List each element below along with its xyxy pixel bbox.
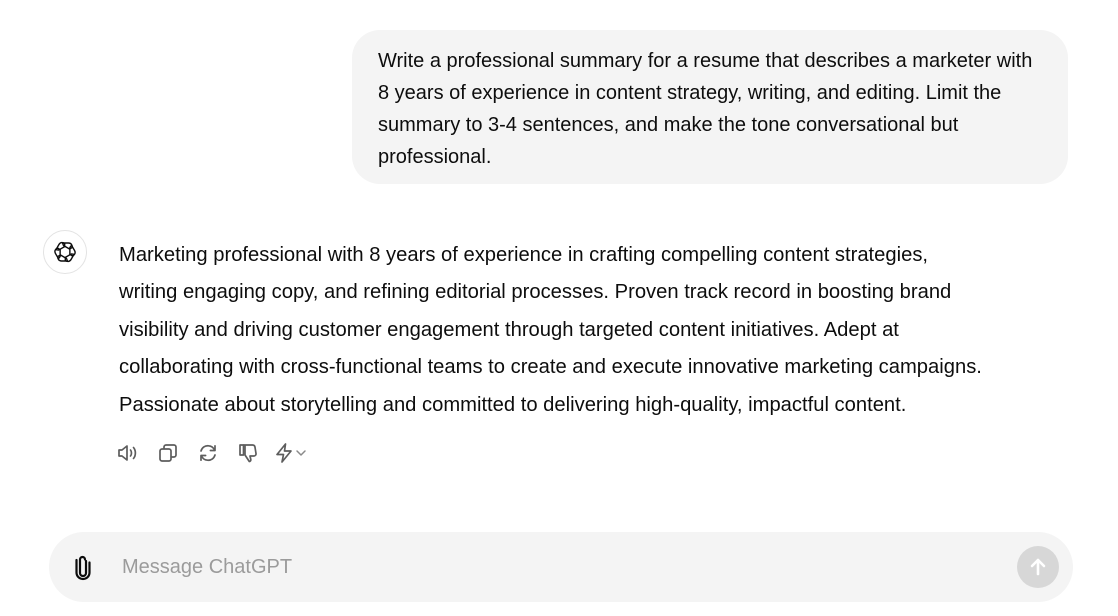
copy-button[interactable] [154, 440, 182, 466]
paperclip-icon [75, 555, 91, 581]
user-message-bubble: Write a professional summary for a resum… [352, 30, 1068, 184]
message-composer [49, 532, 1073, 602]
message-input[interactable] [122, 550, 1002, 584]
assistant-avatar [43, 230, 87, 274]
model-switch-button[interactable] [274, 442, 308, 464]
openai-logo-icon [54, 241, 76, 263]
regenerate-icon [200, 444, 216, 462]
thumbs-down-button[interactable] [234, 440, 262, 466]
user-message-text: Write a professional summary for a resum… [378, 50, 1033, 168]
chevron-down-icon [296, 450, 306, 456]
thumbs-down-icon [239, 444, 257, 463]
read-aloud-button[interactable] [114, 440, 142, 466]
chat-page: Write a professional summary for a resum… [0, 0, 1118, 616]
message-action-bar [114, 440, 308, 466]
send-button[interactable] [1017, 546, 1059, 588]
read-aloud-icon [118, 445, 137, 461]
regenerate-button[interactable] [194, 440, 222, 466]
lightning-icon [276, 443, 292, 463]
assistant-message-text: Marketing professional with 8 years of e… [119, 244, 982, 416]
copy-icon [159, 444, 177, 462]
attach-button[interactable] [69, 552, 97, 582]
arrow-up-icon [1030, 558, 1046, 576]
